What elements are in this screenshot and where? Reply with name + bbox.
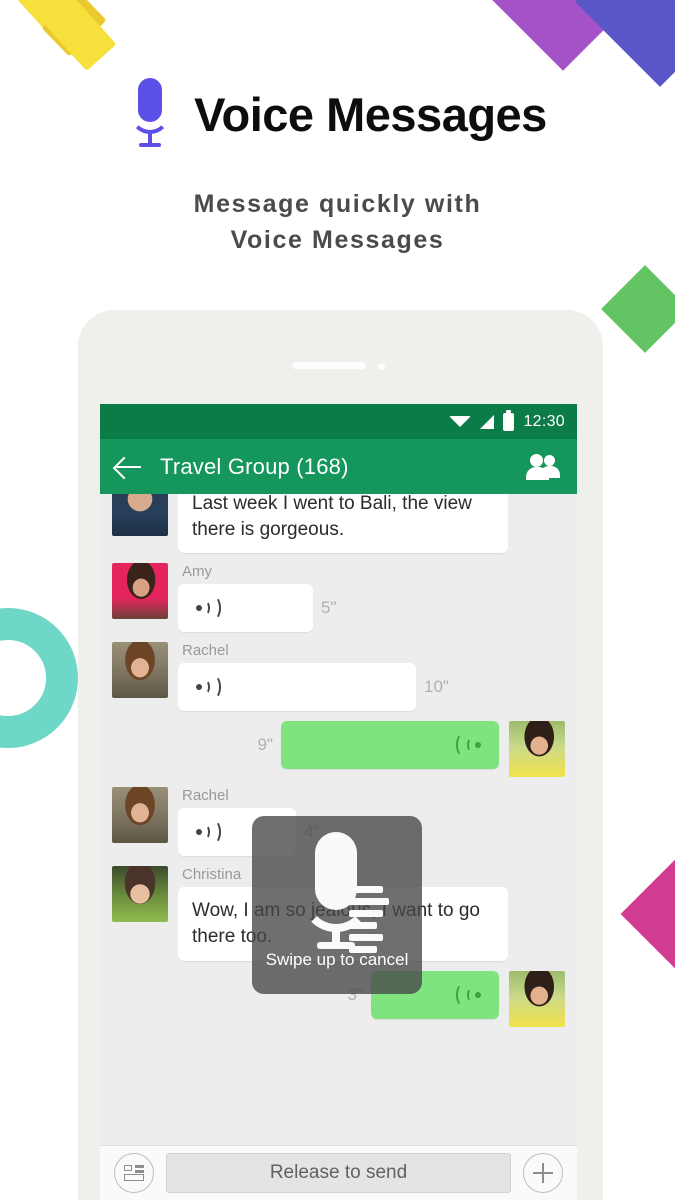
chat-message: Amy 5" bbox=[112, 563, 565, 633]
add-attachment-button[interactable] bbox=[523, 1153, 563, 1193]
voice-duration: 10" bbox=[424, 677, 449, 697]
voice-message-bubble[interactable] bbox=[178, 584, 313, 633]
speaker-icon bbox=[196, 820, 222, 845]
phone-screen: 12:30 Travel Group (168) Last week I wen… bbox=[100, 404, 577, 1200]
hero-subtitle-line2: Voice Messages bbox=[230, 226, 445, 255]
release-to-send-button[interactable]: Release to send bbox=[166, 1153, 511, 1193]
speaker-icon bbox=[455, 982, 481, 1007]
status-bar: 12:30 bbox=[100, 404, 577, 439]
phone-speaker-grille bbox=[292, 362, 366, 369]
back-arrow-icon[interactable] bbox=[116, 456, 142, 478]
title-row: Voice Messages bbox=[0, 78, 675, 150]
magenta-diamond-icon bbox=[620, 854, 675, 974]
avatar[interactable] bbox=[509, 721, 565, 778]
chat-message: Last week I went to Bali, the view there… bbox=[112, 494, 565, 554]
avatar[interactable] bbox=[112, 494, 168, 536]
group-members-icon[interactable] bbox=[526, 453, 561, 480]
phone-front-camera bbox=[378, 363, 385, 370]
signal-icon bbox=[480, 414, 495, 429]
message-sender: Rachel bbox=[182, 642, 229, 660]
keyboard-toggle-icon bbox=[124, 1165, 144, 1181]
status-bar-time: 12:30 bbox=[523, 412, 565, 430]
voice-message-bubble[interactable] bbox=[178, 663, 416, 712]
teal-ring-icon bbox=[0, 608, 78, 748]
message-text: Last week I went to Bali, the view there… bbox=[178, 494, 508, 554]
avatar[interactable] bbox=[112, 787, 168, 844]
page-title: Voice Messages bbox=[194, 87, 547, 141]
chat-input-bar: Release to send bbox=[100, 1145, 577, 1200]
chat-title: Travel Group (168) bbox=[160, 453, 349, 479]
avatar[interactable] bbox=[509, 970, 565, 1027]
wifi-icon bbox=[449, 416, 472, 427]
avatar[interactable] bbox=[112, 563, 168, 620]
hero-subtitle: Message quickly with Voice Messages bbox=[0, 186, 675, 259]
avatar[interactable] bbox=[112, 866, 168, 923]
chat-message: Rachel 10" bbox=[112, 642, 565, 712]
chat-message-list[interactable]: Last week I went to Bali, the view there… bbox=[100, 494, 577, 1145]
message-sender: Rachel bbox=[182, 787, 229, 805]
voice-duration: 5" bbox=[321, 598, 337, 618]
hero-section: Voice Messages Message quickly with Voic… bbox=[0, 0, 675, 300]
plus-icon bbox=[533, 1163, 553, 1183]
recording-level-bars bbox=[349, 886, 389, 953]
message-sender: Amy bbox=[182, 563, 212, 581]
avatar[interactable] bbox=[112, 642, 168, 699]
voice-message-bubble[interactable] bbox=[281, 721, 499, 770]
recording-hint-text: Swipe up to cancel bbox=[265, 950, 409, 969]
hero-subtitle-line1: Message quickly with bbox=[193, 190, 482, 218]
voice-duration: 9" bbox=[257, 735, 274, 755]
keyboard-toggle-button[interactable] bbox=[114, 1153, 154, 1193]
microphone-icon bbox=[128, 78, 172, 150]
recording-overlay: Swipe up to cancel bbox=[252, 816, 422, 994]
recording-microphone-icon bbox=[291, 832, 389, 953]
speaker-icon bbox=[455, 733, 481, 758]
app-bar: Travel Group (168) bbox=[100, 439, 577, 494]
chat-message: 9" bbox=[112, 721, 565, 778]
phone-mockup: 12:30 Travel Group (168) Last week I wen… bbox=[78, 310, 603, 1200]
battery-icon bbox=[503, 409, 515, 431]
speaker-icon bbox=[196, 675, 222, 700]
speaker-icon bbox=[196, 596, 222, 621]
